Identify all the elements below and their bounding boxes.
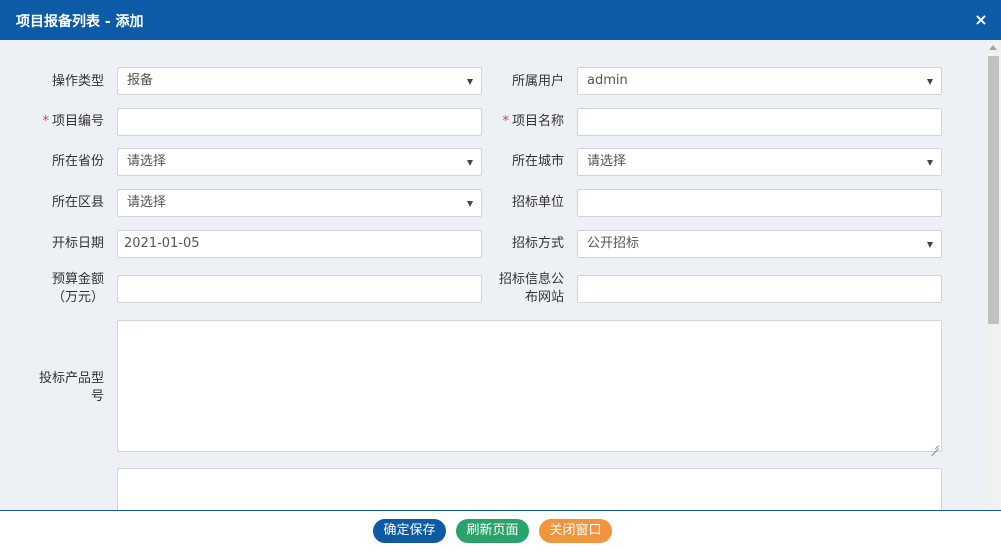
bid-open-date-label: 开标日期 [51, 236, 104, 251]
province-label: 所在省份 [51, 154, 104, 169]
project-code-input[interactable] [117, 108, 482, 136]
operation-type-select[interactable]: 报备 [117, 67, 482, 95]
budget-input[interactable] [117, 275, 482, 303]
dialog-footer: 确定保存 刷新页面 关闭窗口 [0, 510, 1001, 550]
bid-open-date-value: 2021-01-05 [124, 236, 200, 251]
project-name-label: * 项目名称 [502, 114, 564, 129]
refresh-button[interactable]: 刷新页面 [456, 519, 529, 543]
scroll-up-arrow-icon[interactable] [989, 45, 997, 50]
budget-label: 预算金额 （万元） [0, 271, 104, 307]
province-select[interactable]: 请选择 [117, 148, 482, 176]
info-site-label-line2: 布网站 [524, 290, 564, 305]
district-select[interactable]: 请选择 [117, 189, 482, 217]
owner-user-label: 所属用户 [511, 74, 564, 89]
save-button[interactable]: 确定保存 [373, 519, 446, 543]
operation-type-value: 报备 [127, 73, 154, 88]
required-mark: * [42, 114, 49, 129]
form-area: 操作类型 报备 所属用户 admin * 项目编号 * 项目名称 所在省份 请选择 … [0, 40, 986, 510]
city-label: 所在城市 [511, 154, 564, 169]
tender-method-value: 公开招标 [587, 236, 640, 251]
tender-method-label: 招标方式 [511, 236, 564, 251]
product-model-label: 投标产品型 号 [0, 370, 104, 406]
tender-unit-label: 招标单位 [511, 195, 564, 210]
info-site-label-line1: 招标信息公 [498, 272, 564, 287]
required-mark: * [502, 114, 509, 129]
tender-method-select[interactable]: 公开招标 [577, 230, 942, 258]
product-model-label-line1: 投标产品型 [38, 371, 104, 386]
dialog-title: 项目报备列表 - 添加 [16, 14, 144, 30]
budget-label-line2: （万元） [51, 290, 104, 305]
scrollbar-thumb[interactable] [988, 56, 999, 324]
next-textarea[interactable] [117, 468, 942, 510]
province-value: 请选择 [127, 154, 167, 169]
vertical-scrollbar[interactable] [986, 40, 1001, 510]
info-site-input[interactable] [577, 275, 942, 303]
project-name-input[interactable] [577, 108, 942, 136]
close-icon[interactable]: × [973, 12, 989, 28]
product-model-textarea[interactable] [117, 320, 942, 452]
close-window-button[interactable]: 关闭窗口 [539, 519, 612, 543]
district-value: 请选择 [127, 195, 167, 210]
district-label: 所在区县 [51, 195, 104, 210]
city-value: 请选择 [587, 154, 627, 169]
budget-label-line1: 预算金额 [51, 272, 104, 287]
dialog-titlebar: 项目报备列表 - 添加 × [0, 0, 1001, 40]
owner-user-value: admin [587, 73, 628, 88]
owner-user-select[interactable]: admin [577, 67, 942, 95]
tender-unit-input[interactable] [577, 189, 942, 217]
project-code-label: * 项目编号 [42, 114, 104, 129]
product-model-label-line2: 号 [90, 389, 104, 404]
bid-open-date-input[interactable]: 2021-01-05 [117, 230, 482, 258]
city-select[interactable]: 请选择 [577, 148, 942, 176]
info-site-label: 招标信息公 布网站 [470, 271, 564, 307]
operation-type-label: 操作类型 [51, 74, 104, 89]
resize-handle-icon[interactable] [931, 441, 939, 449]
